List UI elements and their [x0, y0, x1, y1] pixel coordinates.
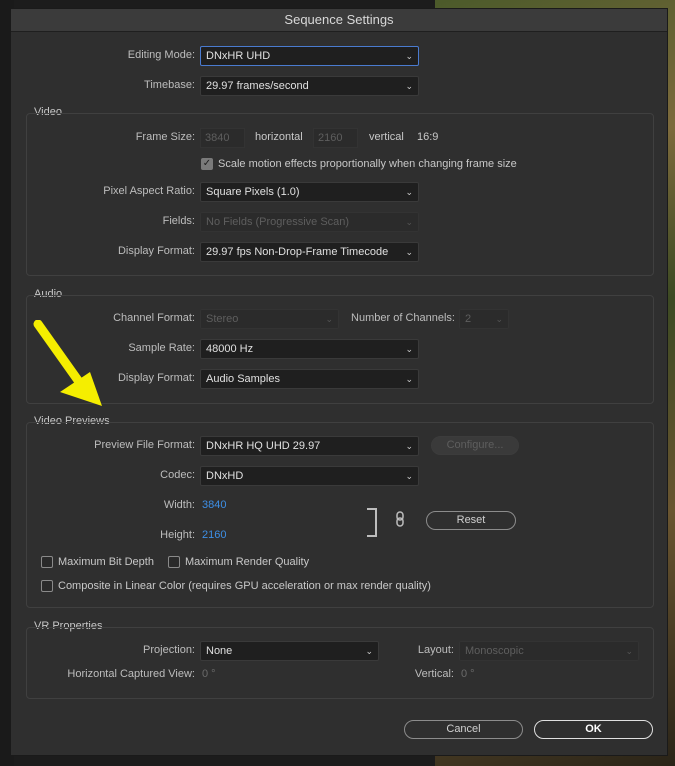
editing-mode-label: Editing Mode: [127, 49, 195, 61]
preview-file-format-dropdown[interactable]: DNxHR HQ UHD 29.97 ⌄ [200, 436, 419, 456]
vertical-label: vertical [369, 131, 404, 143]
layout-value: Monoscopic [465, 645, 524, 657]
channel-format-dropdown[interactable]: Stereo ⌄ [200, 309, 339, 329]
scale-motion-label: Scale motion effects proportionally when… [218, 158, 517, 170]
channel-format-value: Stereo [206, 313, 239, 325]
aspect-ratio-text: 16:9 [417, 131, 439, 143]
codec-value: DNxHD [206, 470, 244, 482]
timebase-label: Timebase: [144, 79, 195, 91]
editing-mode-dropdown[interactable]: DNxHR UHD ⌄ [200, 46, 419, 66]
chevron-down-icon: ⌄ [365, 646, 373, 656]
width-value[interactable]: 3840 [202, 499, 226, 511]
scale-motion-checkbox[interactable]: ✓ [201, 158, 213, 170]
layout-dropdown[interactable]: Monoscopic ⌄ [459, 641, 639, 661]
fields-label: Fields: [162, 215, 195, 227]
linear-color-label: Composite in Linear Color (requires GPU … [58, 580, 431, 592]
pixel-aspect-value: Square Pixels (1.0) [206, 186, 300, 198]
chevron-down-icon: ⌄ [405, 187, 413, 197]
vertical-captured-label: Vertical: [414, 668, 454, 680]
width-label: Width: [163, 499, 195, 511]
horizontal-label: horizontal [255, 131, 303, 143]
height-value[interactable]: 2160 [202, 529, 226, 541]
chevron-down-icon: ⌄ [405, 471, 413, 481]
frame-width-input[interactable]: 3840 [200, 128, 245, 148]
vr-section [26, 627, 654, 699]
max-bit-depth-checkbox[interactable] [41, 556, 53, 568]
sample-rate-value: 48000 Hz [206, 343, 254, 355]
vertical-captured-value[interactable]: 0 ° [461, 668, 475, 680]
fields-value: No Fields (Progressive Scan) [206, 216, 350, 228]
max-render-quality-label: Maximum Render Quality [185, 556, 310, 568]
link-icon[interactable] [393, 510, 407, 528]
chevron-down-icon: ⌄ [405, 51, 413, 61]
audio-display-format-dropdown[interactable]: Audio Samples ⌄ [200, 369, 419, 389]
chevron-down-icon: ⌄ [325, 314, 333, 324]
max-bit-depth-label: Maximum Bit Depth [58, 556, 154, 568]
fields-dropdown[interactable]: No Fields (Progressive Scan) ⌄ [200, 212, 419, 232]
linear-color-checkbox[interactable] [41, 580, 53, 592]
timebase-value: 29.97 frames/second [206, 80, 309, 92]
chevron-down-icon: ⌄ [405, 81, 413, 91]
video-display-format-value: 29.97 fps Non-Drop-Frame Timecode [206, 246, 389, 258]
height-label: Height: [160, 529, 195, 541]
frame-size-label: Frame Size: [135, 131, 195, 143]
sample-rate-dropdown[interactable]: 48000 Hz ⌄ [200, 339, 419, 359]
max-render-quality-checkbox[interactable] [168, 556, 180, 568]
editing-mode-value: DNxHR UHD [206, 50, 271, 62]
cancel-button[interactable]: Cancel [404, 720, 523, 739]
layout-label: Layout: [417, 644, 454, 656]
h-captured-value[interactable]: 0 ° [202, 668, 216, 680]
chevron-down-icon: ⌄ [495, 314, 503, 324]
codec-label: Codec: [160, 469, 195, 481]
num-channels-value: 2 [465, 313, 472, 325]
ok-button[interactable]: OK [534, 720, 653, 739]
video-display-format-dropdown[interactable]: 29.97 fps Non-Drop-Frame Timecode ⌄ [200, 242, 419, 262]
pixel-aspect-dropdown[interactable]: Square Pixels (1.0) ⌄ [200, 182, 419, 202]
chevron-down-icon: ⌄ [405, 374, 413, 384]
annotation-arrow-icon [33, 320, 102, 406]
timebase-dropdown[interactable]: 29.97 frames/second ⌄ [200, 76, 419, 96]
chevron-down-icon: ⌄ [625, 646, 633, 656]
dialog-title: Sequence Settings [11, 9, 667, 32]
configure-button[interactable]: Configure... [431, 436, 519, 455]
preview-file-format-label: Preview File Format: [94, 439, 195, 451]
chevron-down-icon: ⌄ [405, 441, 413, 451]
projection-label: Projection: [143, 644, 195, 656]
chevron-down-icon: ⌄ [405, 247, 413, 257]
preview-file-format-value: DNxHR HQ UHD 29.97 [206, 440, 321, 452]
projection-dropdown[interactable]: None ⌄ [200, 641, 379, 661]
reset-button[interactable]: Reset [426, 511, 516, 530]
link-bracket [367, 508, 377, 537]
projection-value: None [206, 645, 233, 657]
video-display-format-label: Display Format: [117, 245, 195, 257]
chevron-down-icon: ⌄ [405, 344, 413, 354]
num-channels-dropdown[interactable]: 2 ⌄ [459, 309, 509, 329]
h-captured-label: Horizontal Captured View: [67, 668, 195, 680]
pixel-aspect-label: Pixel Aspect Ratio: [103, 185, 195, 197]
chevron-down-icon: ⌄ [405, 217, 413, 227]
audio-display-format-value: Audio Samples [206, 373, 280, 385]
frame-height-input[interactable]: 2160 [313, 128, 358, 148]
num-channels-label: Number of Channels: [351, 312, 455, 324]
codec-dropdown[interactable]: DNxHD ⌄ [200, 466, 419, 486]
